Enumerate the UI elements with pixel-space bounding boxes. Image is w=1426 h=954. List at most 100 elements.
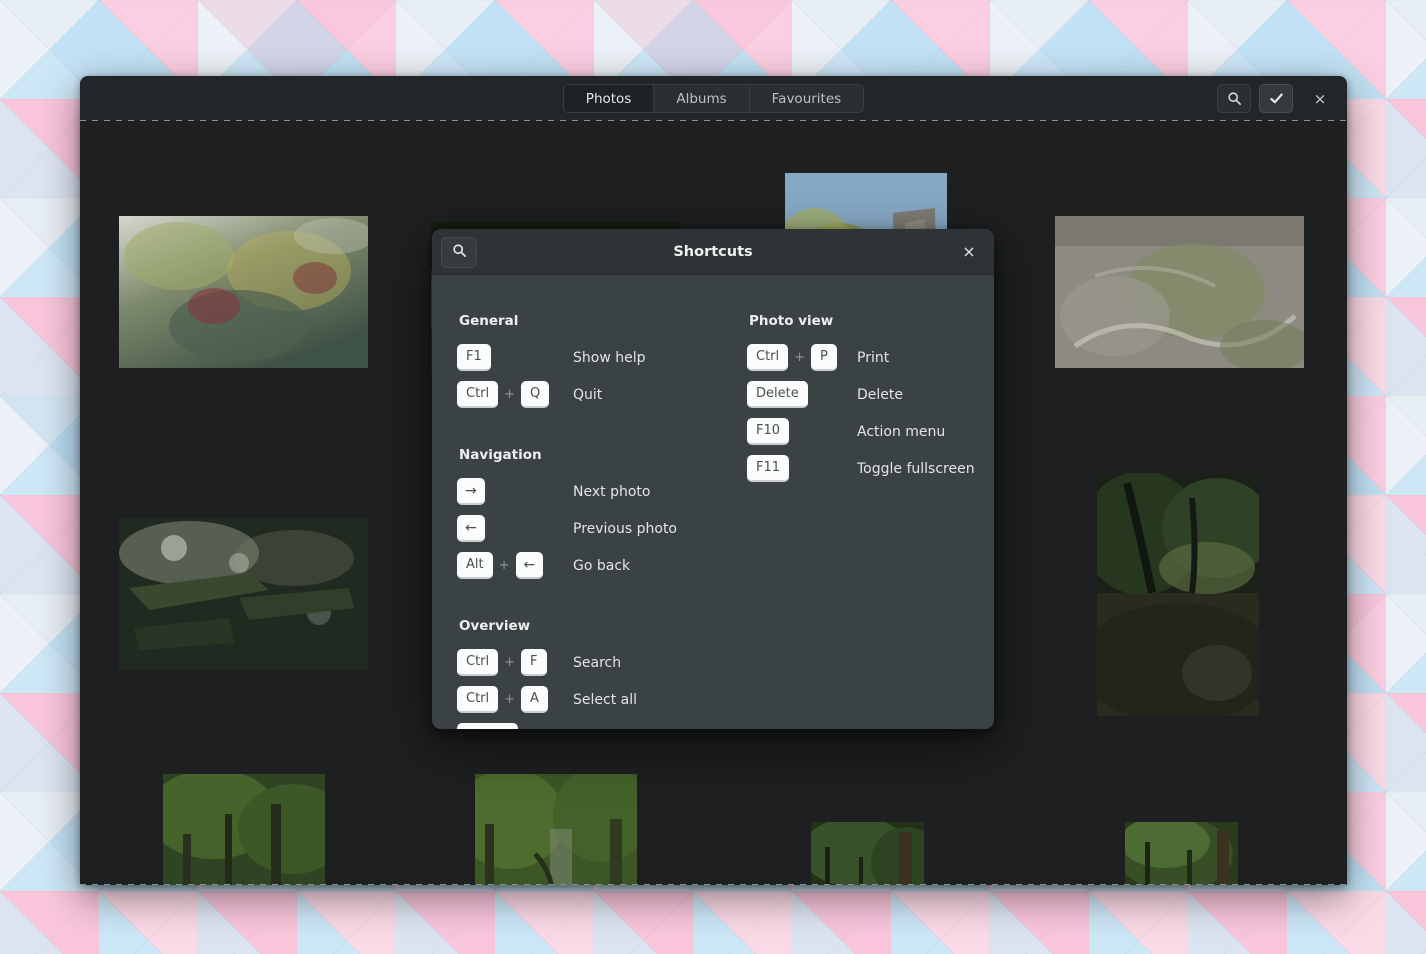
group-title: Overview	[459, 618, 531, 634]
thumbnail-image	[163, 774, 325, 885]
dialog-header: Shortcuts ×	[432, 229, 994, 275]
group-general: General F1 Show help Ctrl + Q Quit	[457, 313, 747, 413]
shortcut-description: Next photo	[573, 483, 651, 500]
thumbnail-image	[811, 822, 924, 885]
key-combo: F1	[457, 344, 573, 371]
group-navigation: Navigation → Next photo ← Previous photo	[457, 447, 747, 584]
thumbnail-image	[1097, 473, 1259, 716]
shortcut-description: Select all	[573, 691, 637, 708]
group-title: Photo view	[749, 313, 834, 329]
photo-beech-trunks[interactable]	[163, 774, 325, 885]
shortcuts-dialog: Shortcuts × General F1 Show help Ctrl + …	[432, 229, 994, 729]
key-combo: Delete	[457, 723, 573, 729]
key-combo: F11	[747, 455, 857, 482]
shortcut-description: Toggle fullscreen	[857, 460, 975, 477]
shortcut-row: ← Previous photo	[457, 510, 747, 547]
shortcut-row: Ctrl + P Print	[747, 339, 994, 376]
shortcut-row: Ctrl + Q Quit	[457, 376, 747, 413]
dialog-body: General F1 Show help Ctrl + Q Quit Navig…	[432, 275, 994, 729]
shortcut-row: F10 Action menu	[747, 413, 994, 450]
key-cap[interactable]: Ctrl	[747, 344, 789, 371]
shortcut-row: Delete Delete selected photos	[457, 718, 747, 729]
key-cap[interactable]: Q	[521, 381, 550, 408]
right-column: Photo view Ctrl + P Print Delete Delete	[747, 313, 994, 729]
group-overview: Overview Ctrl + F Search Ctrl + A Select…	[457, 618, 747, 729]
plus-separator: +	[498, 558, 510, 573]
key-cap[interactable]: Ctrl	[457, 649, 499, 676]
key-cap[interactable]: F	[521, 649, 547, 676]
photo-forest-pond[interactable]	[1097, 473, 1259, 716]
shortcut-description: Delete	[857, 386, 903, 403]
key-cap[interactable]: A	[521, 686, 548, 713]
shortcut-description: Action menu	[857, 423, 946, 440]
shortcut-row: Delete Delete	[747, 376, 994, 413]
key-combo: Ctrl + F	[457, 649, 573, 676]
shortcut-row: F11 Toggle fullscreen	[747, 450, 994, 487]
window-headerbar: Photos Albums Favourites ×	[80, 76, 1347, 121]
key-cap[interactable]: Alt	[457, 552, 493, 579]
group-title: General	[459, 313, 519, 329]
key-cap[interactable]: F11	[747, 455, 790, 482]
key-cap-arrow-left[interactable]: ←	[515, 552, 544, 579]
photo-backlit-leaves[interactable]	[119, 518, 368, 670]
shortcut-row: Alt + ← Go back	[457, 547, 747, 584]
group-photo-view: Photo view Ctrl + P Print Delete Delete	[747, 313, 994, 487]
dialog-title: Shortcuts	[673, 243, 753, 260]
thumbnail-image	[1055, 216, 1304, 368]
key-cap[interactable]: F1	[457, 344, 491, 371]
search-icon	[452, 243, 467, 262]
thumbnail-image	[119, 518, 368, 670]
tab-favourites[interactable]: Favourites	[749, 85, 864, 112]
view-tab-switcher[interactable]: Photos Albums Favourites	[562, 84, 865, 113]
shortcut-row: → Next photo	[457, 473, 747, 510]
shortcut-description: Show help	[573, 349, 646, 366]
photo-hawthorn-berries[interactable]	[119, 216, 368, 368]
key-combo: Alt + ←	[457, 552, 573, 579]
key-combo: Delete	[747, 381, 857, 408]
photo-lichen-wall[interactable]	[1055, 216, 1304, 368]
search-icon	[1227, 91, 1242, 106]
key-combo: F10	[747, 418, 857, 445]
key-cap[interactable]: Ctrl	[457, 381, 499, 408]
key-cap[interactable]: Ctrl	[457, 686, 499, 713]
plus-separator: +	[794, 350, 806, 365]
key-cap[interactable]: F10	[747, 418, 790, 445]
dialog-close-button[interactable]: ×	[958, 241, 980, 263]
shortcut-row: Ctrl + F Search	[457, 644, 747, 681]
photo-woodland-path-a[interactable]	[811, 822, 924, 885]
key-combo: Ctrl + P	[747, 344, 857, 371]
plus-separator: +	[504, 655, 516, 670]
tab-photos[interactable]: Photos	[563, 85, 655, 112]
key-combo: Ctrl + Q	[457, 381, 573, 408]
key-combo: →	[457, 478, 573, 505]
shortcut-description: Previous photo	[573, 520, 677, 537]
select-mode-button[interactable]	[1259, 84, 1293, 113]
shortcut-description: Print	[857, 349, 890, 366]
shortcut-description: Delete selected photos	[573, 729, 735, 730]
thumbnail-image	[119, 216, 368, 368]
photo-green-gorge[interactable]	[475, 774, 637, 885]
window-close-button[interactable]: ×	[1307, 86, 1333, 112]
shortcut-description: Quit	[573, 386, 603, 403]
key-combo: Ctrl + A	[457, 686, 573, 713]
search-button[interactable]	[1217, 84, 1251, 113]
headerbar-actions: ×	[1217, 76, 1333, 121]
photo-woodland-path-b[interactable]	[1125, 822, 1238, 885]
key-cap[interactable]: Delete	[457, 723, 518, 729]
tab-albums[interactable]: Albums	[654, 85, 750, 112]
left-column: General F1 Show help Ctrl + Q Quit Navig…	[432, 313, 747, 729]
plus-separator: +	[504, 692, 516, 707]
group-title: Navigation	[459, 447, 542, 463]
thumbnail-image	[1125, 822, 1238, 885]
shortcut-description: Go back	[573, 557, 631, 574]
key-combo: ←	[457, 515, 573, 542]
shortcut-description: Search	[573, 654, 622, 671]
key-cap-arrow-right[interactable]: →	[457, 478, 485, 505]
key-cap[interactable]: P	[811, 344, 837, 371]
key-cap-arrow-left[interactable]: ←	[457, 515, 485, 542]
dialog-search-button[interactable]	[441, 237, 477, 268]
key-cap[interactable]: Delete	[747, 381, 808, 408]
shortcut-row: Ctrl + A Select all	[457, 681, 747, 718]
check-icon	[1269, 91, 1284, 106]
shortcut-row: F1 Show help	[457, 339, 747, 376]
